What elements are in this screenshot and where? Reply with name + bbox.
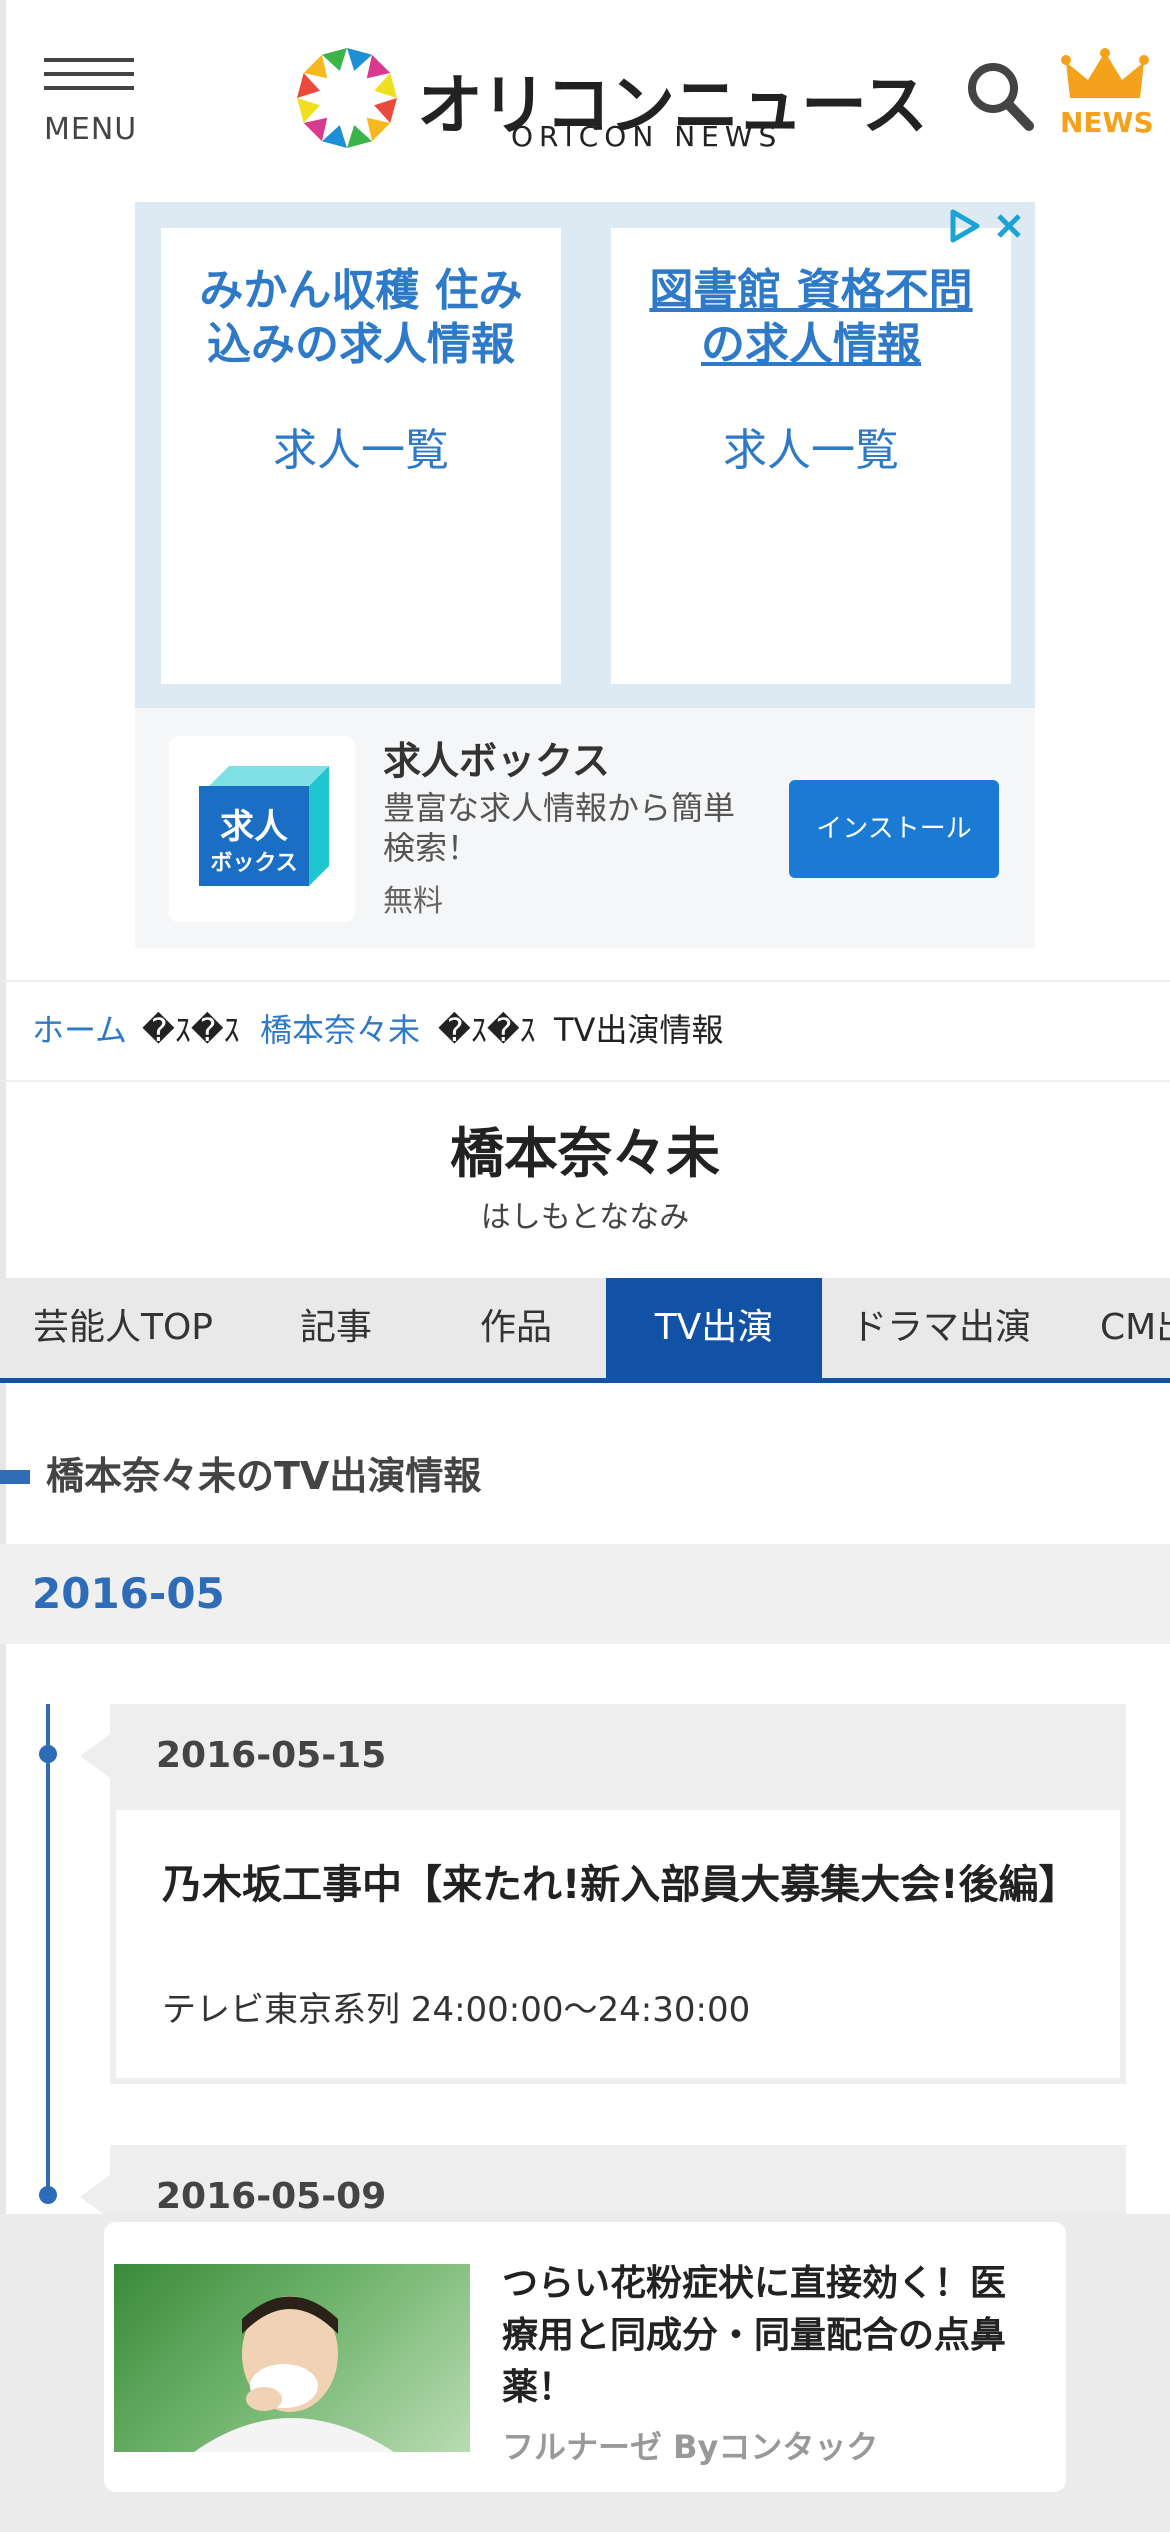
logo-text-en: ORICON NEWS [511, 120, 783, 153]
entry-date: 2016-05-15 [156, 1735, 387, 1776]
tab-works[interactable]: 作品 [426, 1278, 606, 1378]
logo-segment [347, 48, 372, 71]
app-icon-text-bottom: ボックス [210, 851, 297, 876]
section-heading: 橋本奈々未のTV出演情報 [0, 1446, 1170, 1506]
logo-segment [366, 117, 391, 142]
overlay-advertisement[interactable]: つらい花粉症状に直接効く！医療用と同成分・同量配合の点鼻薬！ フルナーゼ Byコ… [0, 2214, 1170, 2532]
entry-broadcast-info: テレビ東京系列 24:00:00〜24:30:00 [162, 1990, 751, 2030]
menu-icon-line [44, 58, 134, 62]
close-icon[interactable] [987, 204, 1031, 248]
logo-segment [374, 98, 397, 123]
site-header: MENU オリコンニュース ORICON NEWS NEWS [0, 0, 1170, 190]
talent-name: 橋本奈々未 [450, 1122, 720, 1185]
ad-card-job-2[interactable]: 図書館 資格不問の求人情報 求人一覧 [611, 228, 1011, 684]
logo-segment [297, 73, 320, 98]
breadcrumb-current: TV出演情報 [554, 1011, 724, 1049]
breadcrumb: ホーム �ｽ�ｽ 橋本奈々未 �ｽ�ｽ TV出演情報 [0, 980, 1170, 1082]
talent-kana: はしもとななみ [480, 1200, 690, 1235]
timeline-dot [39, 2186, 57, 2204]
menu-button[interactable]: MENU [44, 58, 138, 147]
logo-segment [303, 117, 328, 142]
person-photo-icon [194, 2296, 394, 2452]
tab-articles[interactable]: 記事 [246, 1278, 426, 1378]
app-icon[interactable]: 求人 ボックス [169, 736, 355, 922]
entry-program-title[interactable]: 乃木坂工事中【来たれ!新入部員大募集大会!後編】 [162, 1862, 1082, 1908]
month-header: 2016-05 [0, 1544, 1170, 1644]
ad-card-job-1[interactable]: みかん収穫 住み込みの求人情報 求人一覧 [161, 228, 561, 684]
breadcrumb-home-link[interactable]: ホーム [32, 982, 127, 1078]
app-name: 求人ボックス [383, 739, 610, 783]
timeline-dot [39, 1745, 57, 1763]
breadcrumb-talent-link[interactable]: 橋本奈々未 [260, 982, 420, 1078]
news-label: NEWS [1060, 106, 1154, 139]
box-logo-icon: 求人 ボックス [199, 766, 329, 886]
logo-segment [374, 73, 397, 98]
oricon-news-logo[interactable]: オリコンニュース ORICON NEWS [295, 42, 928, 154]
overlay-ad-card[interactable]: つらい花粉症状に直接効く！医療用と同成分・同量配合の点鼻薬！ フルナーゼ Byコ… [104, 2222, 1066, 2492]
app-price: 無料 [383, 884, 443, 919]
tab-drama-appearances[interactable]: ドラマ出演 [822, 1278, 1060, 1378]
logo-mark-icon [297, 48, 397, 148]
talent-header: 橋本奈々未 はしもとななみ [0, 1112, 1170, 1240]
app-icon-text-top: 求人 [220, 807, 288, 847]
logo-segment [322, 48, 347, 71]
menu-icon-line [44, 72, 134, 76]
talent-tabs: 芸能人TOP 記事 作品 TV出演 ドラマ出演 CM出演 [0, 1278, 1170, 1383]
crown-icon [1061, 48, 1149, 98]
breadcrumb-separator: �ｽ�ｽ [142, 1011, 240, 1049]
tab-tv-appearances[interactable]: TV出演 [606, 1278, 822, 1378]
timeline-line [46, 1704, 50, 2194]
section-marker [0, 1470, 30, 1484]
ad-card-sub[interactable]: 求人一覧 [611, 414, 1011, 478]
overlay-ad-source: フルナーゼ Byコンタック [502, 2428, 879, 2466]
ad-app-promo[interactable]: 求人 ボックス 求人ボックス 豊富な求人情報から簡単検索！ 無料 インストール [135, 708, 1035, 948]
menu-icon-line [44, 86, 134, 90]
ad-image[interactable] [114, 2264, 470, 2452]
tab-cm-appearances[interactable]: CM出演 [1060, 1278, 1170, 1378]
news-ranking-button[interactable]: NEWS [1060, 48, 1154, 140]
menu-label: MENU [44, 112, 138, 147]
left-edge-rail [0, 0, 6, 2532]
search-button[interactable] [965, 60, 1035, 132]
logo-segment [297, 98, 320, 123]
advertisement-banner[interactable]: みかん収穫 住み込みの求人情報 求人一覧 図書館 資格不問の求人情報 求人一覧 … [135, 202, 1035, 948]
logo-segment [303, 54, 328, 79]
ad-card-title[interactable]: 図書館 資格不問の求人情報 [611, 264, 1011, 372]
month-label: 2016-05 [32, 1569, 225, 1618]
adchoices-icon[interactable] [941, 204, 985, 248]
overlay-ad-title[interactable]: つらい花粉症状に直接効く！医療用と同成分・同量配合の点鼻薬！ [502, 2258, 1022, 2414]
install-button[interactable]: インストール [789, 780, 999, 878]
search-icon [968, 63, 1034, 131]
tv-entry-card[interactable]: 乃木坂工事中【来たれ!新入部員大募集大会!後編】 テレビ東京系列 24:00:0… [110, 1804, 1126, 2084]
tab-talent-top[interactable]: 芸能人TOP [0, 1278, 246, 1378]
logo-segment [322, 125, 347, 148]
logo-segment [347, 125, 372, 148]
ad-card-sub[interactable]: 求人一覧 [161, 414, 561, 478]
section-title: 橋本奈々未のTV出演情報 [46, 1454, 482, 1498]
ad-choices[interactable] [935, 204, 1031, 248]
logo-segment [366, 54, 391, 79]
entry-date-band: 2016-05-15 [80, 1704, 1126, 1808]
app-description: 豊富な求人情報から簡単検索！ [383, 789, 736, 867]
breadcrumb-separator: �ｽ�ｽ [438, 1011, 536, 1049]
ad-card-title[interactable]: みかん収穫 住み込みの求人情報 [161, 264, 561, 372]
